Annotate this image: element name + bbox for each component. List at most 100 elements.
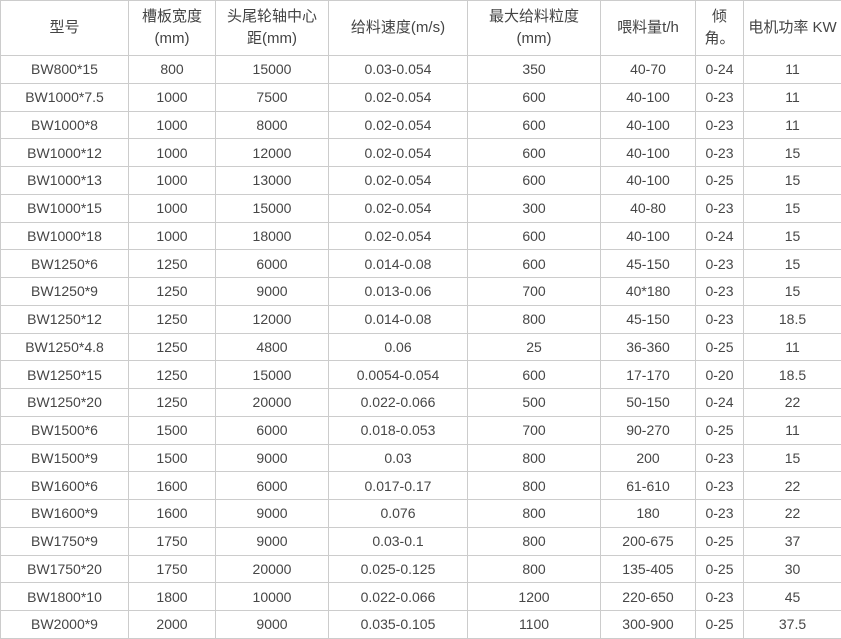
table-cell: 0.035-0.105 [329, 611, 468, 639]
table-row: BW800*15800150000.03-0.05435040-700-2411 [1, 56, 841, 84]
table-cell: 800 [129, 56, 216, 84]
table-cell: 90-270 [601, 416, 696, 444]
table-cell: 0-23 [696, 500, 744, 528]
table-cell: 6000 [216, 416, 329, 444]
table-cell: 18000 [216, 222, 329, 250]
table-cell: 15 [744, 444, 841, 472]
table-cell: BW1250*4.8 [1, 333, 129, 361]
table-cell: 1000 [129, 167, 216, 195]
table-cell: 40-100 [601, 111, 696, 139]
table-cell: 1000 [129, 139, 216, 167]
table-cell: 9000 [216, 611, 329, 639]
table-row: BW1250*121250120000.014-0.0880045-1500-2… [1, 305, 841, 333]
table-cell: BW1250*9 [1, 278, 129, 306]
table-cell: 800 [468, 527, 601, 555]
table-row: BW2000*9200090000.035-0.1051100300-9000-… [1, 611, 841, 639]
table-cell: 0.017-0.17 [329, 472, 468, 500]
table-cell: 15000 [216, 194, 329, 222]
table-cell: 0-23 [696, 194, 744, 222]
table-row: BW1750*201750200000.025-0.125800135-4050… [1, 555, 841, 583]
column-header: 给料速度(m/s) [329, 1, 468, 56]
table-cell: 11 [744, 416, 841, 444]
table-cell: 0.076 [329, 500, 468, 528]
table-cell: 12000 [216, 139, 329, 167]
table-row: BW1600*6160060000.017-0.1780061-6100-232… [1, 472, 841, 500]
table-cell: BW1000*18 [1, 222, 129, 250]
table-cell: 0.018-0.053 [329, 416, 468, 444]
table-cell: 0-23 [696, 111, 744, 139]
table-cell: 22 [744, 500, 841, 528]
table-cell: 800 [468, 305, 601, 333]
table-cell: BW2000*9 [1, 611, 129, 639]
table-cell: 0.02-0.054 [329, 83, 468, 111]
table-cell: BW1750*20 [1, 555, 129, 583]
table-cell: 13000 [216, 167, 329, 195]
table-cell: 61-610 [601, 472, 696, 500]
table-cell: 6000 [216, 472, 329, 500]
table-row: BW1000*8100080000.02-0.05460040-1000-231… [1, 111, 841, 139]
table-cell: 0.02-0.054 [329, 139, 468, 167]
table-cell: 600 [468, 361, 601, 389]
column-header: 电机功率 KW [744, 1, 841, 56]
table-cell: 37.5 [744, 611, 841, 639]
table-cell: BW1250*12 [1, 305, 129, 333]
column-header: 最大给料粒度(mm) [468, 1, 601, 56]
table-cell: 0-20 [696, 361, 744, 389]
table-cell: 600 [468, 111, 601, 139]
table-cell: 180 [601, 500, 696, 528]
table-cell: 17-170 [601, 361, 696, 389]
table-cell: 15 [744, 194, 841, 222]
table-cell: 0-25 [696, 611, 744, 639]
table-cell: 6000 [216, 250, 329, 278]
table-cell: 0.02-0.054 [329, 167, 468, 195]
table-cell: 0.06 [329, 333, 468, 361]
table-cell: 0.02-0.054 [329, 222, 468, 250]
table-cell: 0-25 [696, 527, 744, 555]
column-header: 型号 [1, 1, 129, 56]
table-cell: BW1600*6 [1, 472, 129, 500]
table-cell: 45-150 [601, 305, 696, 333]
table-cell: 0-23 [696, 305, 744, 333]
table-cell: 200-675 [601, 527, 696, 555]
table-cell: BW1250*6 [1, 250, 129, 278]
table-cell: 45 [744, 583, 841, 611]
table-cell: 1500 [129, 444, 216, 472]
table-cell: BW1000*7.5 [1, 83, 129, 111]
feeder-spec-table: 型号槽板宽度(mm)头尾轮轴中心距(mm)给料速度(m/s)最大给料粒度(mm)… [0, 0, 841, 639]
table-cell: 1750 [129, 555, 216, 583]
table-cell: BW1500*6 [1, 416, 129, 444]
table-cell: 300-900 [601, 611, 696, 639]
table-cell: 11 [744, 333, 841, 361]
table-cell: 0.03-0.054 [329, 56, 468, 84]
table-cell: 9000 [216, 444, 329, 472]
table-cell: 1200 [468, 583, 601, 611]
table-cell: 40*180 [601, 278, 696, 306]
table-cell: 800 [468, 555, 601, 583]
table-cell: 10000 [216, 583, 329, 611]
table-cell: BW1750*9 [1, 527, 129, 555]
table-cell: 1000 [129, 83, 216, 111]
table-row: BW1800*101800100000.022-0.0661200220-650… [1, 583, 841, 611]
table-cell: 1800 [129, 583, 216, 611]
table-cell: 350 [468, 56, 601, 84]
table-cell: BW1600*9 [1, 500, 129, 528]
table-cell: BW800*15 [1, 56, 129, 84]
table-cell: 1250 [129, 250, 216, 278]
table-row: BW1000*121000120000.02-0.05460040-1000-2… [1, 139, 841, 167]
table-cell: 600 [468, 222, 601, 250]
column-header: 倾角。 [696, 1, 744, 56]
table-cell: 15 [744, 139, 841, 167]
table-row: BW1250*9125090000.013-0.0670040*1800-231… [1, 278, 841, 306]
table-cell: 800 [468, 500, 601, 528]
table-cell: 0.022-0.066 [329, 389, 468, 417]
table-cell: BW1000*13 [1, 167, 129, 195]
table-cell: 1000 [129, 111, 216, 139]
table-cell: 1600 [129, 472, 216, 500]
header-row: 型号槽板宽度(mm)头尾轮轴中心距(mm)给料速度(m/s)最大给料粒度(mm)… [1, 1, 841, 56]
table-cell: 22 [744, 389, 841, 417]
table-cell: 600 [468, 167, 601, 195]
table-cell: 0.0054-0.054 [329, 361, 468, 389]
table-cell: 9000 [216, 278, 329, 306]
table-cell: 15 [744, 167, 841, 195]
table-cell: 40-100 [601, 139, 696, 167]
